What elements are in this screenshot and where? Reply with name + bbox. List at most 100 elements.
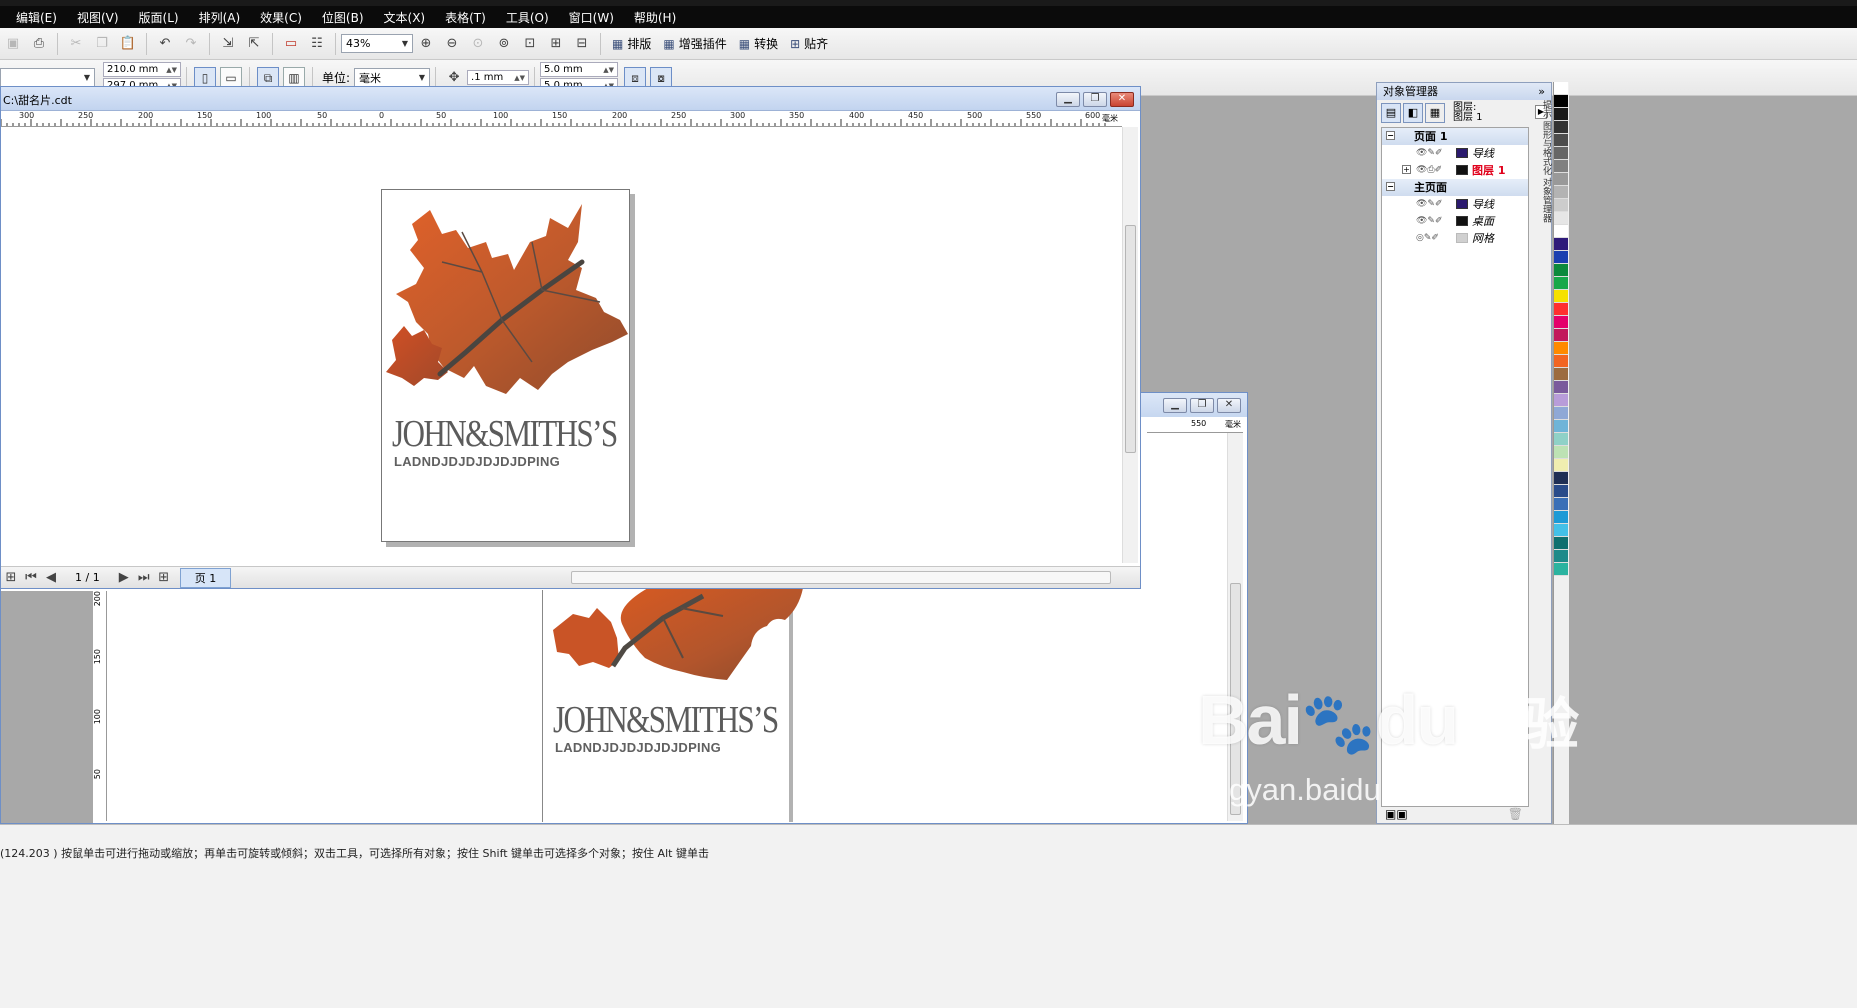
nudge-field[interactable]: .1 mm ▲▼ bbox=[467, 70, 530, 85]
zoom-page-icon[interactable]: ⊡ bbox=[520, 34, 540, 54]
restore-button[interactable]: ❐ bbox=[1083, 92, 1107, 107]
color-swatch[interactable] bbox=[1554, 173, 1568, 186]
snap-button[interactable]: ⊞ 贴齐 bbox=[784, 33, 834, 55]
application-launcher-icon[interactable]: ▭ bbox=[281, 34, 301, 54]
copy-icon[interactable]: ❐ bbox=[92, 34, 112, 54]
layer-visibility-icons[interactable]: 👁✎✐ bbox=[1416, 145, 1443, 162]
undo-icon[interactable]: ↶ bbox=[155, 34, 175, 54]
color-swatch[interactable] bbox=[1554, 472, 1568, 485]
color-swatch[interactable] bbox=[1554, 537, 1568, 550]
tree-layer-row[interactable]: ◎✎✐ 网格 bbox=[1382, 230, 1528, 247]
color-swatch[interactable] bbox=[1554, 329, 1568, 342]
color-swatch[interactable] bbox=[1554, 290, 1568, 303]
color-swatch[interactable] bbox=[1554, 199, 1568, 212]
vertical-scrollbar[interactable] bbox=[1227, 433, 1243, 821]
menu-effects[interactable]: 效果(C) bbox=[260, 9, 302, 26]
prev-page-icon[interactable]: ◀ bbox=[44, 568, 58, 588]
paste-icon[interactable]: 📋 bbox=[118, 34, 138, 54]
duplicate-x-field[interactable]: 5.0 mm ▲▼ bbox=[540, 62, 619, 77]
collapse-icon[interactable]: − bbox=[1386, 182, 1395, 191]
paper-type-select[interactable]: ▼ bbox=[0, 68, 95, 87]
color-swatch[interactable] bbox=[1554, 160, 1568, 173]
color-swatch[interactable] bbox=[1554, 355, 1568, 368]
restore-button[interactable]: ❐ bbox=[1190, 398, 1214, 413]
docker-side-tabs[interactable]: 提示 图形与格式化 对象管理器 bbox=[1535, 100, 1553, 300]
zoom-width-icon[interactable]: ⊞ bbox=[546, 34, 566, 54]
plugins-button[interactable]: ▦ 增强插件 bbox=[657, 33, 732, 55]
menu-layout[interactable]: 版面(L) bbox=[139, 9, 179, 26]
color-swatch[interactable] bbox=[1554, 186, 1568, 199]
import-icon[interactable]: ⇲ bbox=[218, 34, 238, 54]
color-swatch[interactable] bbox=[1554, 368, 1568, 381]
color-swatch[interactable] bbox=[1554, 95, 1568, 108]
layer-visibility-icons[interactable]: 👁⎙✐ bbox=[1416, 162, 1442, 179]
zoom-all-icon[interactable]: ⊚ bbox=[494, 34, 514, 54]
add-page-before-icon[interactable]: ⊞ bbox=[4, 568, 18, 588]
color-swatch[interactable] bbox=[1554, 485, 1568, 498]
add-page-after-icon[interactable]: ⊞ bbox=[157, 568, 171, 588]
color-swatch[interactable] bbox=[1554, 134, 1568, 147]
color-swatch[interactable] bbox=[1554, 225, 1568, 238]
color-swatch[interactable] bbox=[1554, 407, 1568, 420]
color-swatch[interactable] bbox=[1554, 511, 1568, 524]
menu-help[interactable]: 帮助(H) bbox=[634, 9, 676, 26]
tree-layer-row[interactable]: + 👁⎙✐ 图层 1 bbox=[1382, 162, 1528, 179]
color-swatch[interactable] bbox=[1554, 563, 1568, 576]
layer-visibility-icons[interactable]: ◎✎✐ bbox=[1416, 230, 1439, 247]
color-swatch[interactable] bbox=[1554, 264, 1568, 277]
color-swatch[interactable] bbox=[1554, 524, 1568, 537]
zoom-level-select[interactable]: 43% ▼ bbox=[341, 34, 413, 53]
menu-window[interactable]: 窗口(W) bbox=[569, 9, 614, 26]
menu-edit[interactable]: 编辑(E) bbox=[16, 9, 57, 26]
color-swatch[interactable] bbox=[1554, 238, 1568, 251]
color-swatch[interactable] bbox=[1554, 277, 1568, 290]
color-swatch[interactable] bbox=[1554, 342, 1568, 355]
print-icon[interactable]: ⎙ bbox=[29, 34, 49, 54]
zoom-out-icon[interactable]: ⊖ bbox=[442, 34, 462, 54]
menu-arrange[interactable]: 排列(A) bbox=[199, 9, 241, 26]
export-icon[interactable]: ⇱ bbox=[244, 34, 264, 54]
first-page-icon[interactable]: ⏮ bbox=[24, 568, 38, 588]
tree-page-row[interactable]: − 页面 1 bbox=[1382, 128, 1528, 145]
show-properties-icon[interactable]: ▤ bbox=[1381, 103, 1401, 123]
save-icon[interactable]: ▣ bbox=[3, 34, 23, 54]
color-swatch[interactable] bbox=[1554, 433, 1568, 446]
zoom-selected-icon[interactable]: ⊙ bbox=[468, 34, 488, 54]
menu-table[interactable]: 表格(T) bbox=[445, 9, 486, 26]
color-swatch[interactable] bbox=[1554, 446, 1568, 459]
unit-select[interactable]: 毫米 ▼ bbox=[354, 68, 431, 87]
color-swatch[interactable] bbox=[1554, 394, 1568, 407]
color-swatch[interactable] bbox=[1554, 147, 1568, 160]
page-canvas[interactable]: JOHN&SMITHS’S LADNDJDJDJDJDJDPING bbox=[381, 189, 630, 542]
layer-visibility-icons[interactable]: 👁✎✐ bbox=[1416, 213, 1443, 230]
zoom-height-icon[interactable]: ⊟ bbox=[572, 34, 592, 54]
color-swatch[interactable] bbox=[1554, 108, 1568, 121]
page-canvas[interactable]: JOHN&SMITHS’S LADNDJDJDJDJDJDPING bbox=[542, 588, 803, 822]
zoom-in-icon[interactable]: ⊕ bbox=[416, 34, 436, 54]
scrollbar-thumb[interactable] bbox=[1125, 225, 1136, 453]
vertical-ruler[interactable]: 200 150 100 50 bbox=[93, 591, 107, 821]
close-button[interactable]: ✕ bbox=[1110, 92, 1134, 107]
color-swatch[interactable] bbox=[1554, 316, 1568, 329]
next-page-icon[interactable]: ▶ bbox=[117, 568, 131, 588]
vertical-scrollbar[interactable] bbox=[1122, 127, 1138, 563]
color-swatch[interactable] bbox=[1554, 82, 1568, 95]
tree-layer-row[interactable]: 👁✎✐ 导线 bbox=[1382, 145, 1528, 162]
color-swatch[interactable] bbox=[1554, 420, 1568, 433]
horizontal-ruler[interactable]: 550 毫米 bbox=[1147, 419, 1243, 433]
page-tab[interactable]: 页 1 bbox=[179, 567, 232, 588]
tree-page-row[interactable]: − 主页面 bbox=[1382, 179, 1528, 196]
color-swatch[interactable] bbox=[1554, 121, 1568, 134]
layout-button[interactable]: ▦ 排版 bbox=[606, 33, 657, 55]
color-swatch[interactable] bbox=[1554, 459, 1568, 472]
new-layer-icon[interactable]: ▣▣ bbox=[1385, 807, 1408, 821]
color-swatch[interactable] bbox=[1554, 550, 1568, 563]
color-swatch[interactable] bbox=[1554, 303, 1568, 316]
layer-visibility-icons[interactable]: 👁✎✐ bbox=[1416, 196, 1443, 213]
menu-view[interactable]: 视图(V) bbox=[77, 9, 119, 26]
edit-across-layers-icon[interactable]: ◧ bbox=[1403, 103, 1423, 123]
color-swatch[interactable] bbox=[1554, 381, 1568, 394]
menu-tools[interactable]: 工具(O) bbox=[506, 9, 549, 26]
expand-icon[interactable]: » bbox=[1538, 83, 1545, 100]
delete-icon[interactable]: 🗑 bbox=[1508, 807, 1523, 821]
